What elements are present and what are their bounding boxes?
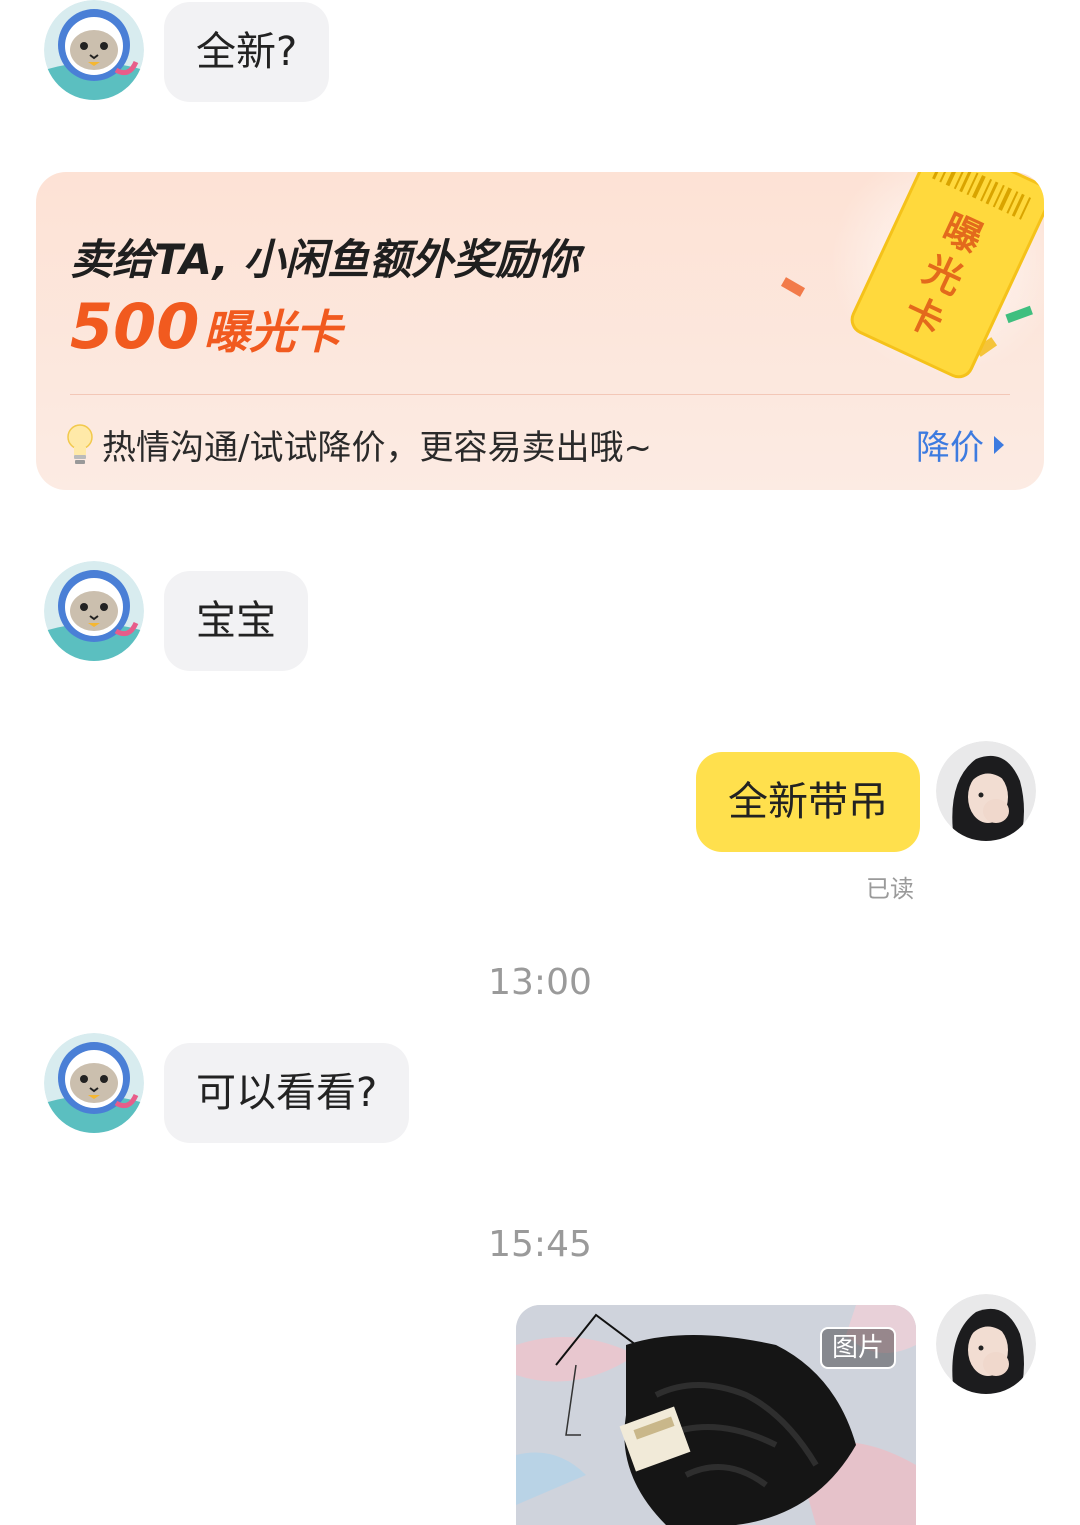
message-text: 宝宝 xyxy=(196,598,276,644)
message-text: 全新? xyxy=(196,29,298,75)
reduce-price-label: 降价 xyxy=(916,428,984,468)
timestamp: 15:45 xyxy=(488,1224,592,1265)
user-photo-avatar-icon xyxy=(936,1294,1036,1394)
message-bubble-incoming[interactable]: 宝宝 xyxy=(164,571,308,671)
message-text: 全新带吊 xyxy=(728,779,888,825)
buyer-avatar[interactable] xyxy=(44,561,144,661)
message-bubble-incoming[interactable]: 全新? xyxy=(164,2,330,102)
promo-divider xyxy=(70,394,1010,395)
cat-astronaut-icon xyxy=(44,561,144,661)
seller-avatar[interactable] xyxy=(936,741,1036,841)
promo-tip-text: 热情沟通/试试降价，更容易卖出哦~ xyxy=(102,428,652,468)
chevron-right-icon xyxy=(994,435,1004,454)
promo-amount: 500 曝光卡 xyxy=(70,290,341,363)
promo-card[interactable]: 卖给TA, 小闲鱼额外奖励你 500 曝光卡 曝 光 卡 热情沟通/试试降价，更… xyxy=(36,172,1044,490)
promo-title: 卖给TA, 小闲鱼额外奖励你 xyxy=(70,235,580,284)
ticket-icon: 曝 光 卡 xyxy=(780,172,1044,379)
user-photo-avatar-icon xyxy=(936,741,1036,841)
exposure-ticket-illustration: 曝 光 卡 xyxy=(776,172,1044,392)
promo-tip: 热情沟通/试试降价，更容易卖出哦~ xyxy=(66,420,652,469)
timestamp: 13:00 xyxy=(488,962,592,1003)
seller-avatar[interactable] xyxy=(936,1294,1036,1394)
buyer-avatar[interactable] xyxy=(44,1033,144,1133)
message-bubble-incoming[interactable]: 可以看看? xyxy=(164,1043,410,1143)
message-text: 可以看看? xyxy=(196,1070,378,1116)
cat-astronaut-icon xyxy=(44,0,144,100)
read-status: 已读 xyxy=(866,875,914,903)
promo-amount-unit: 曝光卡 xyxy=(203,305,342,359)
lightbulb-icon xyxy=(67,423,93,464)
image-message[interactable]: 图片 xyxy=(516,1305,916,1525)
reduce-price-button[interactable]: 降价 xyxy=(916,420,1004,469)
cat-astronaut-icon xyxy=(44,1033,144,1133)
buyer-avatar[interactable] xyxy=(44,0,144,100)
image-badge: 图片 xyxy=(819,1327,896,1369)
promo-amount-number: 500 xyxy=(70,290,200,363)
message-bubble-outgoing[interactable]: 全新带吊 xyxy=(696,752,920,852)
